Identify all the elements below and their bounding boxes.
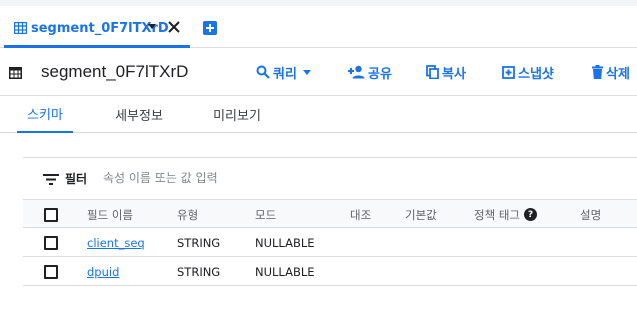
filter-icon (43, 174, 59, 185)
filter-label: 필터 (65, 172, 88, 186)
row-checkbox[interactable] (44, 265, 58, 279)
column-header-collation[interactable]: 대조 (350, 200, 371, 229)
table-icon (9, 67, 22, 79)
new-tab-plus-icon[interactable] (203, 21, 217, 35)
field-mode: NULLABLE (255, 235, 315, 250)
trash-icon (592, 65, 603, 79)
filter-input[interactable] (103, 167, 403, 189)
column-header-field-name[interactable]: 필드 이름 (87, 200, 133, 229)
column-header-mode[interactable]: 모드 (255, 200, 276, 229)
filter-bar: 필터 (23, 158, 637, 199)
share-button[interactable]: 공유 (348, 63, 392, 82)
table-header-row: 필드 이름 유형 모드 대조 기본값 정책 태그 ? 설명 (23, 199, 637, 228)
tab-segment[interactable]: segment_0F7lTXrD (4, 10, 190, 48)
copy-label: 복사 (442, 66, 466, 82)
chevron-down-icon[interactable] (148, 24, 156, 29)
field-type: STRING (177, 264, 221, 279)
select-all-checkbox[interactable] (44, 208, 58, 222)
query-button[interactable]: 쿼리 (256, 63, 311, 82)
column-header-type[interactable]: 유형 (177, 200, 198, 229)
delete-button[interactable]: 삭제 (592, 63, 630, 82)
tab-bar: segment_0F7lTXrD (0, 0, 637, 48)
field-name-link[interactable]: client_seq (87, 228, 145, 257)
delete-label: 삭제 (606, 66, 630, 82)
snapshot-icon (502, 65, 515, 79)
tab-details[interactable]: 세부정보 (104, 96, 174, 133)
copy-button[interactable]: 복사 (426, 63, 466, 82)
field-name-link[interactable]: dpuid (87, 257, 119, 286)
field-type: STRING (177, 235, 221, 250)
snapshot-label: 스냅샷 (518, 66, 554, 82)
column-header-policy-tags-label: 정책 태그 (474, 207, 520, 222)
schema-table: 필드 이름 유형 모드 대조 기본값 정책 태그 ? 설명 client_seq… (23, 199, 637, 286)
help-icon[interactable]: ? (523, 208, 537, 221)
snapshot-button[interactable]: 스냅샷 (502, 63, 554, 82)
field-mode: NULLABLE (255, 264, 315, 279)
page-title: segment_0F7lTXrD (41, 62, 189, 81)
table-icon (14, 22, 27, 34)
row-checkbox[interactable] (44, 236, 58, 250)
search-icon (256, 65, 270, 79)
table-row: client_seq STRING NULLABLE (23, 228, 637, 257)
column-header-default[interactable]: 기본값 (405, 200, 437, 229)
resource-header: segment_0F7lTXrD 쿼리 공유 복사 스냅샷 삭제 (0, 48, 637, 96)
chevron-down-icon (302, 69, 311, 75)
close-icon[interactable] (166, 19, 182, 35)
column-header-description[interactable]: 설명 (580, 200, 601, 229)
tab-bar-strip (0, 0, 637, 6)
copy-icon (426, 65, 439, 79)
share-label: 공유 (368, 66, 392, 82)
detail-tabs: 스키마 세부정보 미리보기 (0, 96, 637, 133)
query-label: 쿼리 (273, 66, 297, 82)
table-row: dpuid STRING NULLABLE (23, 257, 637, 286)
person-add-icon (348, 65, 365, 79)
column-header-policy-tags[interactable]: 정책 태그 ? (474, 200, 537, 229)
tab-preview[interactable]: 미리보기 (201, 96, 273, 133)
tab-schema[interactable]: 스키마 (17, 96, 73, 133)
field-name[interactable]: client_seq (87, 236, 145, 250)
field-name[interactable]: dpuid (87, 265, 119, 279)
